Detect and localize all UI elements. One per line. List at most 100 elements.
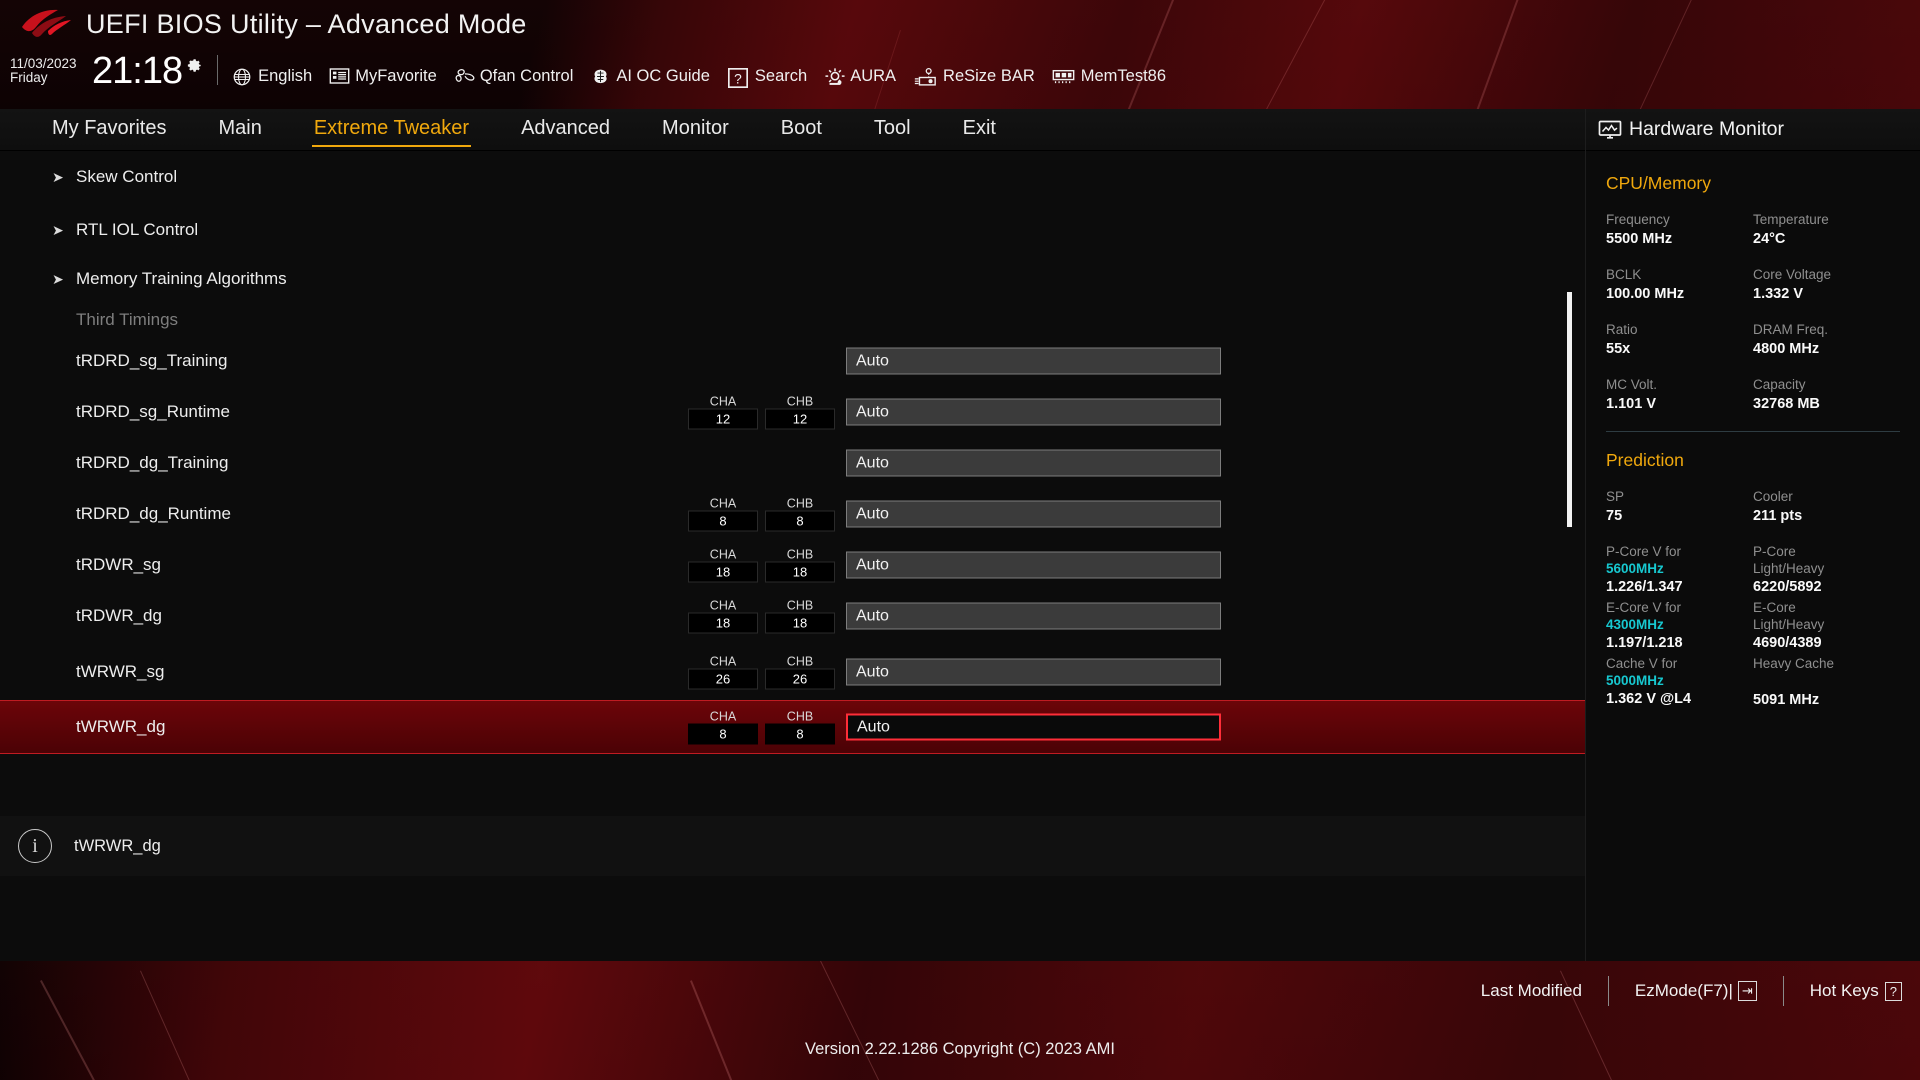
setting-label: tRDWR_dg: [76, 606, 162, 625]
hotkeys-button[interactable]: Hot Keys ?: [1810, 981, 1902, 1001]
channel-b-value: 18: [765, 561, 835, 583]
header-toolbar: English MyFavorite Qfan Control AI OC Gu…: [232, 67, 1183, 89]
monitor-row: E-Core V for 4300MHz 1.197/1.218 E-Core …: [1606, 599, 1900, 653]
clock-value: 21:18: [92, 50, 183, 92]
hotkeys-key-icon: ?: [1884, 981, 1902, 1001]
channel-a: CHA 8: [688, 710, 758, 745]
metric-value: 6220/5892: [1753, 579, 1822, 595]
tab-advanced[interactable]: Advanced: [521, 117, 610, 142]
brain-chip-icon: [590, 67, 611, 86]
table-row[interactable]: tRDRD_sg_Runtime CHA 12 CHB 12 Auto: [0, 384, 1585, 440]
header-divider: [217, 55, 219, 85]
toolbar-item-myfavorite[interactable]: MyFavorite: [329, 67, 437, 86]
toolbar-item-memtest86[interactable]: MemTest86: [1052, 67, 1166, 86]
monitor-metric: E-Core Light/Heavy 4690/4389: [1753, 599, 1900, 653]
section-label: Third Timings: [76, 309, 179, 329]
list-item-submenu[interactable]: ➤ RTL IOL Control: [0, 203, 1585, 256]
metric-label: E-Core: [1753, 600, 1796, 615]
app-header: UEFI BIOS Utility – Advanced Mode 11/03/…: [0, 0, 1920, 109]
list-item-submenu[interactable]: ➤ Memory Training Algorithms: [0, 256, 1585, 301]
monitor-metric: P-Core V for 5600MHz 1.226/1.347: [1606, 543, 1753, 597]
channel-b-label: CHB: [786, 709, 814, 724]
table-row-selected[interactable]: tWRWR_dg CHA 8 CHB 8 Auto: [0, 700, 1585, 754]
setting-value-dropdown[interactable]: Auto: [846, 347, 1221, 375]
monitor-metric: DRAM Freq. 4800 MHz: [1753, 321, 1900, 359]
version-text: Version 2.22.1286 Copyright (C) 2023 AMI: [804, 1040, 1115, 1058]
table-row[interactable]: tRDWR_sg CHA 18 CHB 18 Auto: [0, 542, 1585, 588]
setting-value-dropdown[interactable]: Auto: [846, 602, 1221, 630]
table-row[interactable]: tRDWR_dg CHA 18 CHB 18 Auto: [0, 588, 1585, 644]
metric-value: 1.226/1.347: [1606, 579, 1683, 595]
monitor-metric: SP 75: [1606, 488, 1753, 526]
channel-b: CHB 18: [765, 599, 835, 634]
app-footer: Last Modified EzMode(F7)| ⇥ Hot Keys ? V…: [0, 961, 1920, 1080]
tab-extreme-tweaker[interactable]: Extreme Tweaker: [311, 117, 472, 147]
panel-scrollbar-thumb[interactable]: [1567, 292, 1572, 527]
hardware-monitor-body: CPU/Memory Frequency 5500 MHz Temperature…: [1586, 151, 1920, 710]
channel-a-value: 12: [688, 408, 758, 430]
metric-label: P-Core V for: [1606, 544, 1682, 559]
help-text: tWRWR_dg: [74, 836, 161, 855]
tab-my-favorites[interactable]: My Favorites: [52, 117, 166, 142]
gear-icon[interactable]: [184, 54, 203, 73]
metric-label: Cache V for: [1606, 656, 1678, 671]
monitor-row: MC Volt. 1.101 V Capacity 32768 MB: [1606, 376, 1900, 414]
channel-b-label: CHB: [786, 598, 814, 613]
tab-monitor[interactable]: Monitor: [662, 117, 729, 142]
channel-a: CHA 18: [688, 548, 758, 583]
ezmode-button[interactable]: EzMode(F7)| ⇥: [1635, 981, 1757, 1001]
toolbar-item-aura[interactable]: AURA: [824, 67, 896, 86]
svg-text:?: ?: [734, 72, 742, 87]
hardware-monitor-icon: [1598, 120, 1622, 140]
metric-value: 4690/4389: [1753, 635, 1822, 651]
table-row[interactable]: tRDRD_dg_Runtime CHA 8 CHB 8 Auto: [0, 486, 1585, 542]
channel-b-label: CHB: [786, 654, 814, 669]
chevron-right-icon: ➤: [52, 221, 64, 238]
toolbar-label: Qfan Control: [479, 67, 574, 85]
toolbar-item-ai-oc-guide[interactable]: AI OC Guide: [590, 67, 710, 86]
toolbar-item-qfan-control[interactable]: Qfan Control: [454, 67, 574, 86]
setting-value-dropdown[interactable]: Auto: [846, 449, 1221, 477]
hardware-monitor-header: Hardware Monitor: [1586, 109, 1920, 151]
channel-a-value: 26: [688, 668, 758, 690]
toolbar-item-search[interactable]: ? Search: [727, 67, 807, 88]
table-row[interactable]: tWRWR_sg CHA 26 CHB 26 Auto: [0, 644, 1585, 700]
toolbar-label: AI OC Guide: [616, 67, 710, 85]
globe-icon: [232, 67, 253, 86]
decor-streak: [140, 970, 206, 1080]
hardware-monitor-sidebar: Hardware Monitor CPU/Memory Frequency 550…: [1585, 109, 1920, 961]
setting-label: tWRWR_sg: [76, 662, 165, 681]
channel-values: CHA 8 CHB 8: [688, 497, 842, 532]
table-row[interactable]: tRDRD_sg_Training Auto: [0, 338, 1585, 384]
channel-values: CHA 12 CHB 12: [688, 395, 842, 430]
monitor-metric: P-Core Light/Heavy 6220/5892: [1753, 543, 1900, 597]
question-box-icon: ?: [727, 67, 750, 88]
footer-divider: [1782, 976, 1784, 1006]
setting-value-dropdown[interactable]: Auto: [846, 551, 1221, 579]
metric-value: 100.00 MHz: [1606, 286, 1685, 302]
tab-exit[interactable]: Exit: [963, 117, 996, 142]
last-modified-label: Last Modified: [1480, 981, 1582, 1000]
toolbar-item-english[interactable]: English: [232, 67, 312, 86]
setting-label: tRDWR_sg: [76, 555, 162, 574]
date-value: 11/03/2023: [10, 55, 77, 71]
setting-value-dropdown[interactable]: Auto: [846, 500, 1221, 528]
tab-boot[interactable]: Boot: [781, 117, 822, 142]
tab-tool[interactable]: Tool: [874, 117, 911, 142]
list-item-submenu[interactable]: ➤ Skew Control: [0, 151, 1585, 203]
setting-label: tRDRD_dg_Runtime: [76, 504, 231, 523]
channel-b-label: CHB: [786, 496, 814, 511]
fan-icon: [454, 67, 475, 86]
toolbar-item-resize-bar[interactable]: ReSize BAR: [913, 67, 1035, 86]
help-info-strip: i tWRWR_dg: [0, 816, 1585, 876]
setting-value-dropdown-focused[interactable]: Auto: [846, 713, 1221, 741]
gpu-card-icon: [913, 67, 938, 86]
table-row[interactable]: tRDRD_dg_Training Auto: [0, 440, 1585, 486]
tab-main[interactable]: Main: [218, 117, 261, 142]
metric-label: MC Volt.: [1606, 377, 1658, 392]
setting-value-dropdown[interactable]: Auto: [846, 398, 1221, 426]
channel-values: CHA 18 CHB 18: [688, 548, 842, 583]
channel-a-label: CHA: [709, 547, 737, 562]
last-modified-button[interactable]: Last Modified: [1481, 981, 1582, 1001]
setting-value-dropdown[interactable]: Auto: [846, 658, 1221, 686]
